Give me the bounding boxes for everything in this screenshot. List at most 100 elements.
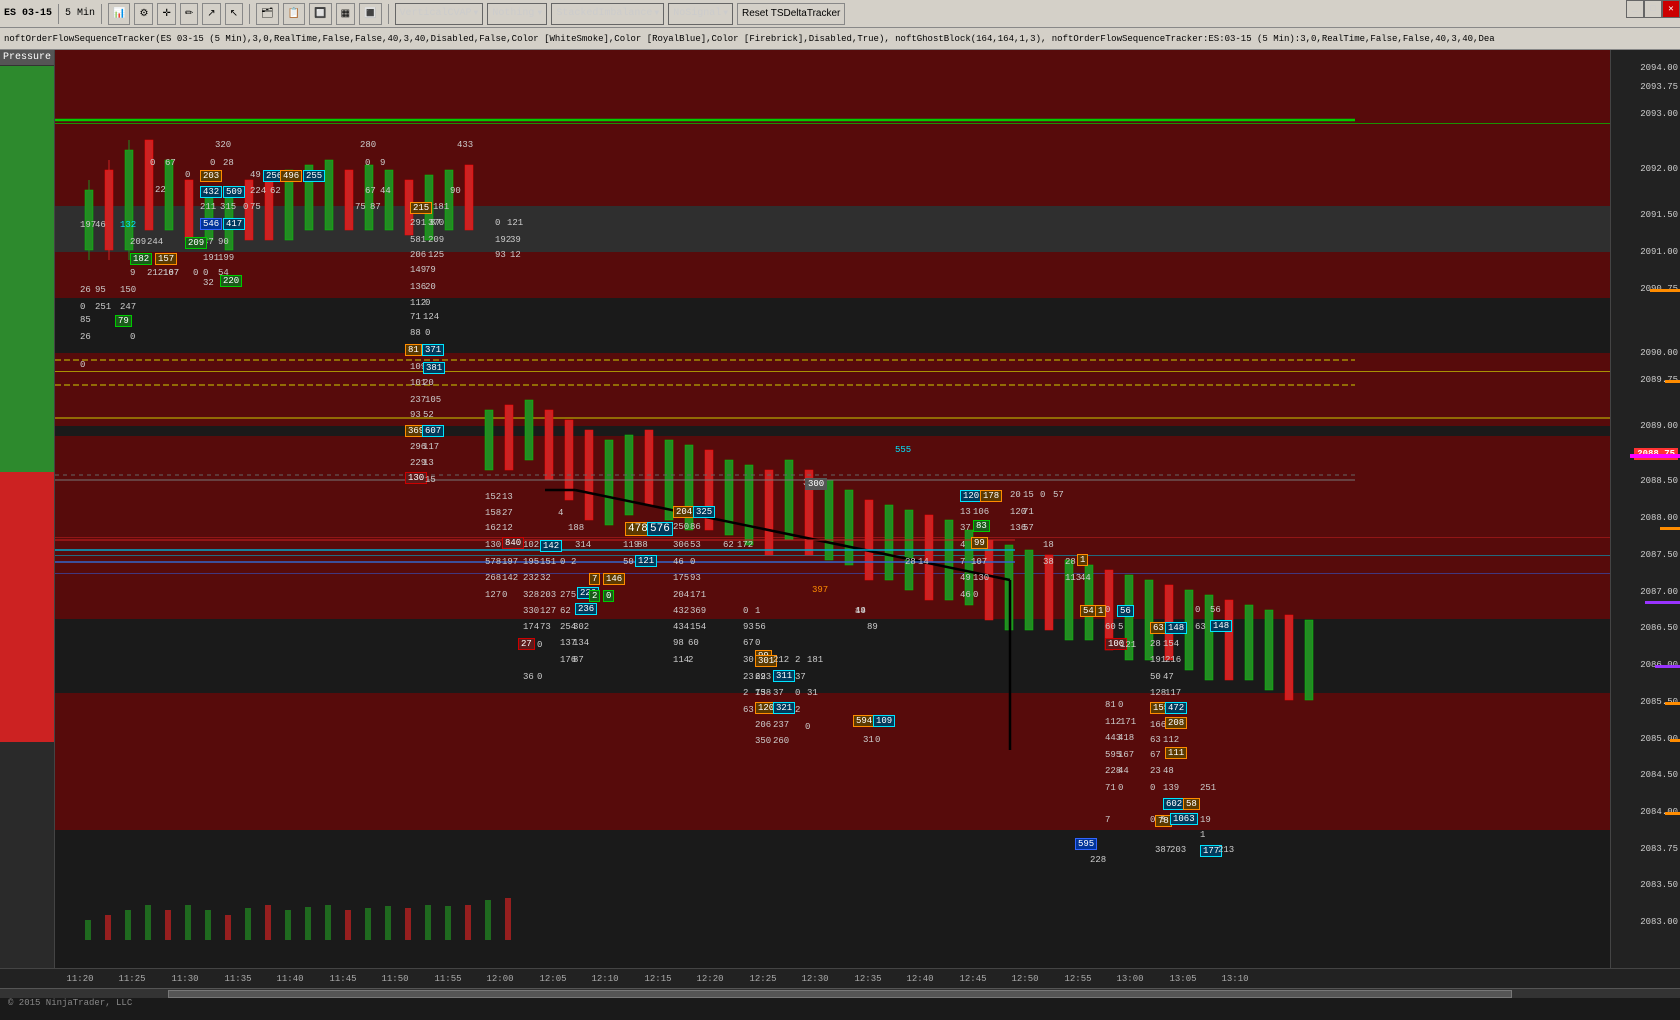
num-53: 53: [690, 540, 701, 550]
box-595: 595: [1075, 838, 1097, 850]
price-2093-75: 2093.75: [1640, 82, 1678, 92]
num-209-b: 209: [428, 235, 444, 245]
num-432: 432: [673, 606, 689, 616]
box-321: 321: [773, 702, 795, 714]
chart-area[interactable]: 197 26 0 85 26 0 46 95 251 132 150 247 7…: [55, 50, 1610, 968]
cursor-btn[interactable]: ↖: [225, 3, 243, 25]
box-99-r: 99: [971, 537, 988, 549]
num-49-b: 49: [855, 606, 866, 616]
num-102: 102: [523, 540, 539, 550]
close-btn[interactable]: ✕: [1662, 0, 1680, 18]
box-840: 840: [502, 537, 524, 549]
num-56: 56: [755, 622, 766, 632]
num-280: 280: [360, 140, 376, 150]
num-112: 112: [410, 298, 426, 308]
num-0-top1: 0: [150, 158, 155, 168]
draw-btn[interactable]: ✏: [180, 3, 198, 25]
maximize-btn[interactable]: □: [1644, 0, 1662, 18]
num-0-2a: 0: [560, 557, 565, 567]
scrollbar[interactable]: [0, 988, 1680, 998]
box-1: 1: [1077, 554, 1088, 566]
box-120-r: 120: [960, 490, 982, 502]
num-175: 175: [673, 573, 689, 583]
num-112-rr: 112: [1163, 735, 1179, 745]
num-158: 158: [485, 508, 501, 518]
toolbar-separator-1: [58, 4, 59, 24]
num-12: 12: [510, 250, 521, 260]
box-311: 311: [773, 670, 795, 682]
box-607: 607: [422, 425, 444, 437]
num-232: 232: [523, 573, 539, 583]
num-328: 328: [523, 590, 539, 600]
num-163-r: 139: [1163, 783, 1179, 793]
num-19-r: 19: [1200, 815, 1211, 825]
num-434: 434: [673, 622, 689, 632]
num-63-r: 63: [1150, 735, 1161, 745]
num-397: 397: [812, 585, 828, 595]
num-14-a: 14: [918, 557, 929, 567]
main-area: Pressure: [0, 50, 1680, 968]
num-149: 149: [410, 265, 426, 275]
num-0-57: 0: [1040, 490, 1045, 500]
num-237: 237: [410, 395, 426, 405]
time-1245: 12:45: [959, 974, 986, 984]
num-71: 71: [410, 312, 421, 322]
num-20-b: 20: [423, 378, 434, 388]
num-27: 27: [502, 508, 513, 518]
num-0-107: 0: [193, 268, 198, 278]
settings-btn[interactable]: ⚙: [134, 3, 153, 25]
num-9: 9: [130, 268, 135, 278]
icon-btn-1[interactable]: 🗂: [256, 3, 279, 25]
chart-type-btn[interactable]: 📊: [108, 3, 130, 25]
num-302: 302: [573, 622, 589, 632]
price-2083-5: 2083.50: [1640, 880, 1678, 890]
num-71: 71: [1023, 507, 1034, 517]
num-90: 90: [218, 237, 229, 247]
icon-btn-2[interactable]: 📋: [283, 3, 305, 25]
pencil-icon: ✏: [185, 8, 193, 19]
filter-dropdown[interactable]: Nothing ▼: [487, 3, 547, 25]
num-67: 67: [165, 158, 176, 168]
style-dropdown[interactable]: VerticalCVAP ▼: [395, 3, 484, 25]
box-142: 142: [540, 540, 562, 552]
box-121: 121: [635, 555, 657, 567]
box-56: 56: [1117, 605, 1134, 617]
icon-btn-3[interactable]: 🔲: [309, 3, 331, 25]
crosshair-btn[interactable]: ✛: [157, 3, 175, 25]
num-20-r: 20: [1010, 490, 1021, 500]
num-75-r2: 75: [355, 202, 366, 212]
box-576: 576: [647, 522, 673, 536]
box-7: 7: [589, 573, 600, 585]
num-9-r1: 9: [380, 158, 385, 168]
num-206-b: 206: [755, 720, 771, 730]
minimize-btn[interactable]: _: [1626, 0, 1644, 18]
num-151: 151: [540, 557, 556, 567]
num-387: 387: [1155, 845, 1171, 855]
signal-dropdown[interactable]: NoSignal ▼: [668, 3, 733, 25]
num-22-top: 22: [155, 185, 166, 195]
num-127: 127: [540, 606, 556, 616]
icon-btn-5[interactable]: 🔳: [359, 3, 381, 25]
num-142: 142: [502, 573, 518, 583]
reset-btn[interactable]: Reset TSDeltaTracker: [737, 3, 845, 25]
icon-btn-4[interactable]: ▦: [336, 3, 355, 25]
chevron-down-icon: ▼: [474, 9, 479, 18]
price-2083: 2083.00: [1640, 917, 1678, 927]
pressure-red-bar: [0, 472, 54, 743]
num-87-r1: 87: [370, 202, 381, 212]
mode-dropdown[interactable]: StackedImbalance ▼: [551, 3, 664, 25]
box-602: 602: [1163, 798, 1185, 810]
box-178: 178: [980, 490, 1002, 502]
num-113: 113: [1065, 573, 1081, 583]
box-208: 208: [1165, 717, 1187, 729]
box-209: 209: [185, 237, 207, 249]
time-1125: 11:25: [118, 974, 145, 984]
num-158-b: 158: [755, 688, 771, 698]
arrow-btn[interactable]: ↗: [202, 3, 220, 25]
time-1135: 11:35: [224, 974, 251, 984]
time-1225: 12:25: [749, 974, 776, 984]
num-0-112: 0: [425, 298, 430, 308]
num-13: 13: [423, 458, 434, 468]
num-28-rra: 28: [1150, 639, 1161, 649]
num-555: 555: [895, 445, 911, 455]
